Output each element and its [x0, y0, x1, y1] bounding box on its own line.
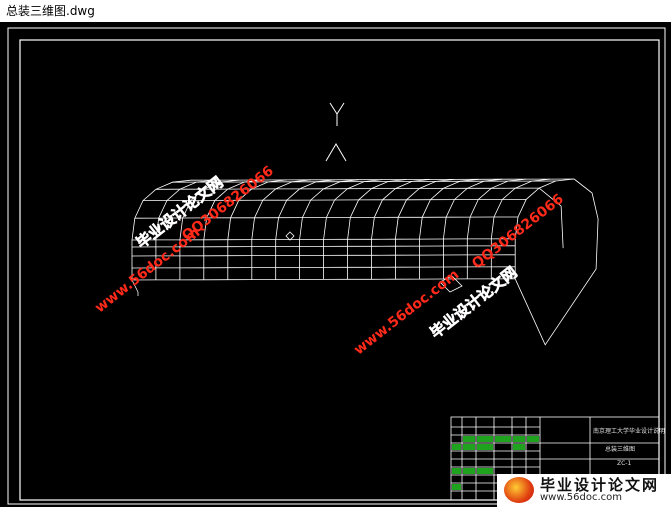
- drawing-canvas[interactable]: 南京理工大学毕业设计说明 总装三维图 ZC-1 毕业设计论文网 QQ306826…: [0, 22, 671, 507]
- title-block-school: 南京理工大学毕业设计说明: [593, 428, 666, 435]
- footer-site-url: www.56doc.com: [540, 492, 623, 503]
- title-block-drawing-name: 总装三维图: [605, 446, 636, 453]
- y-axis-indicator: [325, 102, 347, 162]
- site-logo-icon: [504, 477, 534, 503]
- title-block-code: ZC-1: [617, 460, 632, 467]
- cad-drawing: [7, 27, 666, 505]
- outer-frame: [7, 27, 666, 505]
- window-title: 总装三维图.dwg: [0, 0, 671, 22]
- inner-frame: [19, 39, 660, 501]
